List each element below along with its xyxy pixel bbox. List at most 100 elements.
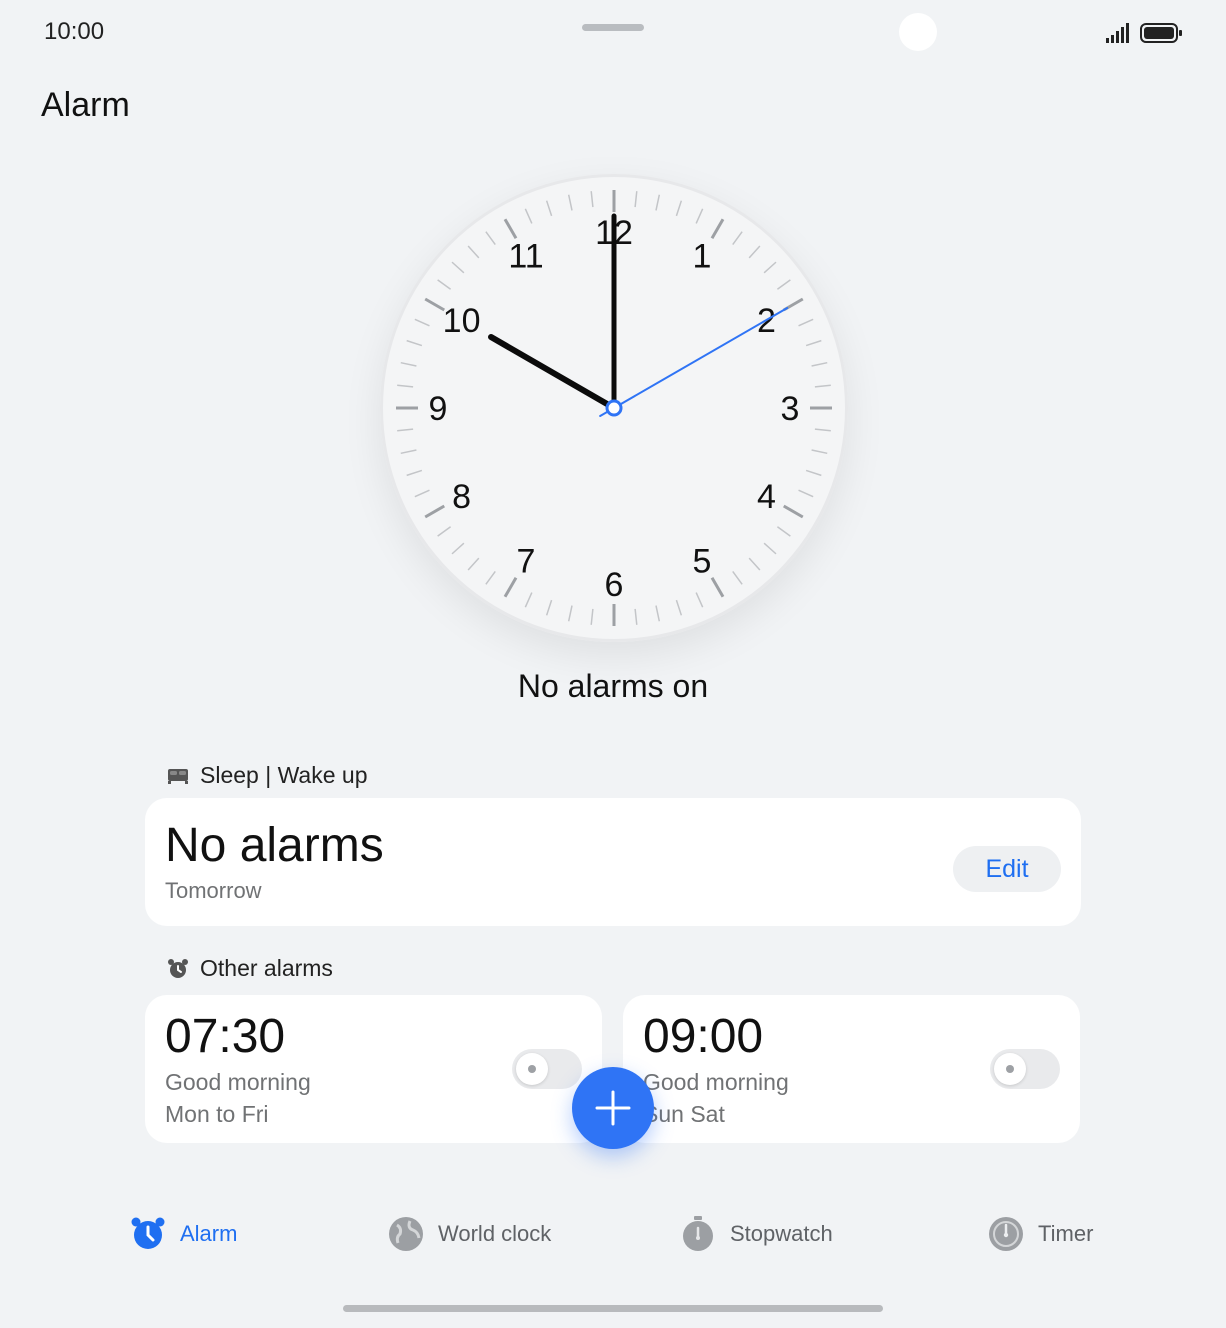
sleep-section-title: Sleep | Wake up — [200, 762, 368, 788]
minute-tick — [675, 599, 683, 616]
minute-tick — [776, 279, 791, 290]
minute-tick — [732, 570, 743, 585]
minute-tick — [805, 339, 822, 347]
alarm-toggle[interactable] — [990, 1049, 1060, 1089]
hour-tick — [710, 218, 725, 240]
minute-tick — [437, 526, 452, 537]
minute-tick — [590, 191, 594, 208]
minute-tick — [811, 449, 828, 455]
status-bar-time: 10:00 — [44, 18, 105, 45]
second-hand — [599, 307, 789, 417]
minute-tick — [567, 194, 573, 211]
sleep-section-label: Sleep | Wake up — [166, 762, 368, 789]
front-camera — [899, 13, 937, 51]
alarm-card[interactable]: 07:30 Good morning Mon to Fri — [145, 995, 602, 1143]
minute-tick — [414, 318, 430, 327]
minute-tick — [763, 261, 777, 274]
minute-tick — [748, 557, 761, 571]
bottom-tab-bar: Alarm World clock Stopwatch Timer — [0, 1208, 1226, 1268]
sleep-card[interactable]: No alarms Tomorrow Edit — [145, 798, 1081, 926]
clock-numeral: 5 — [693, 542, 712, 580]
alarm-clock-icon — [168, 958, 188, 978]
tab-label: Timer — [1038, 1221, 1094, 1246]
alarm-name: Good morning — [643, 1069, 789, 1095]
minute-tick — [811, 361, 828, 367]
minute-tick — [798, 489, 814, 498]
minute-tick — [451, 542, 465, 555]
toggle-knob — [994, 1053, 1026, 1085]
alarm-time: 09:00 — [643, 1010, 764, 1063]
minute-tick — [467, 245, 480, 259]
hour-tick — [424, 504, 446, 519]
add-alarm-button[interactable] — [572, 1067, 654, 1149]
hour-tick — [424, 297, 446, 312]
minute-tick — [406, 469, 423, 477]
tab-stopwatch[interactable]: Stopwatch — [680, 1216, 833, 1252]
alarm-days: Mon to Fri — [165, 1101, 269, 1127]
minute-tick — [414, 489, 430, 498]
minute-tick — [451, 261, 465, 274]
minute-tick — [397, 428, 414, 432]
clock-center-pin — [605, 399, 623, 417]
minute-tick — [814, 428, 831, 432]
minute-tick — [732, 231, 743, 246]
minute-tick — [634, 608, 638, 625]
minute-tick — [655, 194, 661, 211]
edit-button[interactable]: Edit — [953, 846, 1061, 892]
minute-tick — [524, 208, 533, 224]
hour-tick — [503, 218, 518, 240]
minute-tick — [485, 570, 496, 585]
minute-tick — [634, 191, 638, 208]
minute-tick — [814, 384, 831, 388]
alarm-name: Good morning — [165, 1069, 311, 1095]
minute-tick — [675, 200, 683, 217]
minute-tick — [524, 592, 533, 608]
minute-tick — [763, 542, 777, 555]
minute-tick — [748, 245, 761, 259]
minute-tick — [567, 605, 573, 622]
tab-world-clock[interactable]: World clock — [388, 1216, 551, 1252]
tab-label: World clock — [438, 1221, 552, 1246]
tab-alarm[interactable]: Alarm — [130, 1216, 237, 1252]
clock-status-text: No alarms on — [517, 668, 709, 704]
minute-tick — [590, 608, 594, 625]
top-grab-handle[interactable] — [582, 24, 644, 31]
clock-numeral: 6 — [605, 566, 624, 604]
minute-tick — [485, 231, 496, 246]
timer-icon — [989, 1217, 1023, 1251]
page-title: Alarm — [41, 86, 130, 124]
clock-numeral: 7 — [517, 542, 536, 580]
alarm-time: 07:30 — [165, 1010, 286, 1063]
minute-tick — [437, 279, 452, 290]
signal-icon — [1106, 23, 1129, 43]
minute-tick — [400, 361, 417, 367]
minute-tick — [397, 384, 414, 388]
tab-timer[interactable]: Timer — [988, 1216, 1093, 1252]
bed-icon — [168, 768, 188, 784]
tab-label: Stopwatch — [730, 1221, 833, 1246]
clock-numeral: 10 — [443, 302, 481, 340]
globe-icon — [389, 1217, 423, 1251]
clock-numeral: 1 — [693, 238, 712, 276]
tab-label: Alarm — [180, 1221, 238, 1246]
clock-numeral: 9 — [429, 390, 448, 428]
minute-tick — [406, 339, 423, 347]
home-indicator[interactable] — [343, 1305, 883, 1312]
minute-tick — [798, 318, 814, 327]
minute-tick — [655, 605, 661, 622]
alarm-toggle[interactable] — [512, 1049, 582, 1089]
analog-clock: 121234567891011 — [380, 174, 848, 642]
sleep-card-subtitle: Tomorrow — [165, 878, 262, 903]
clock-numeral: 4 — [757, 478, 776, 516]
battery-icon — [1140, 23, 1182, 43]
minute-tick — [695, 208, 704, 224]
clock-numeral: 11 — [508, 238, 543, 276]
hour-tick — [503, 576, 518, 598]
minute-tick — [545, 599, 553, 616]
clock-dial: 121234567891011 — [396, 190, 832, 626]
alarm-card[interactable]: 09:00 Good morning Sun Sat — [623, 995, 1080, 1143]
stopwatch-icon — [683, 1216, 713, 1251]
sleep-card-title: No alarms — [165, 819, 384, 872]
minute-tick — [776, 526, 791, 537]
other-alarms-section-label: Other alarms — [166, 955, 333, 982]
